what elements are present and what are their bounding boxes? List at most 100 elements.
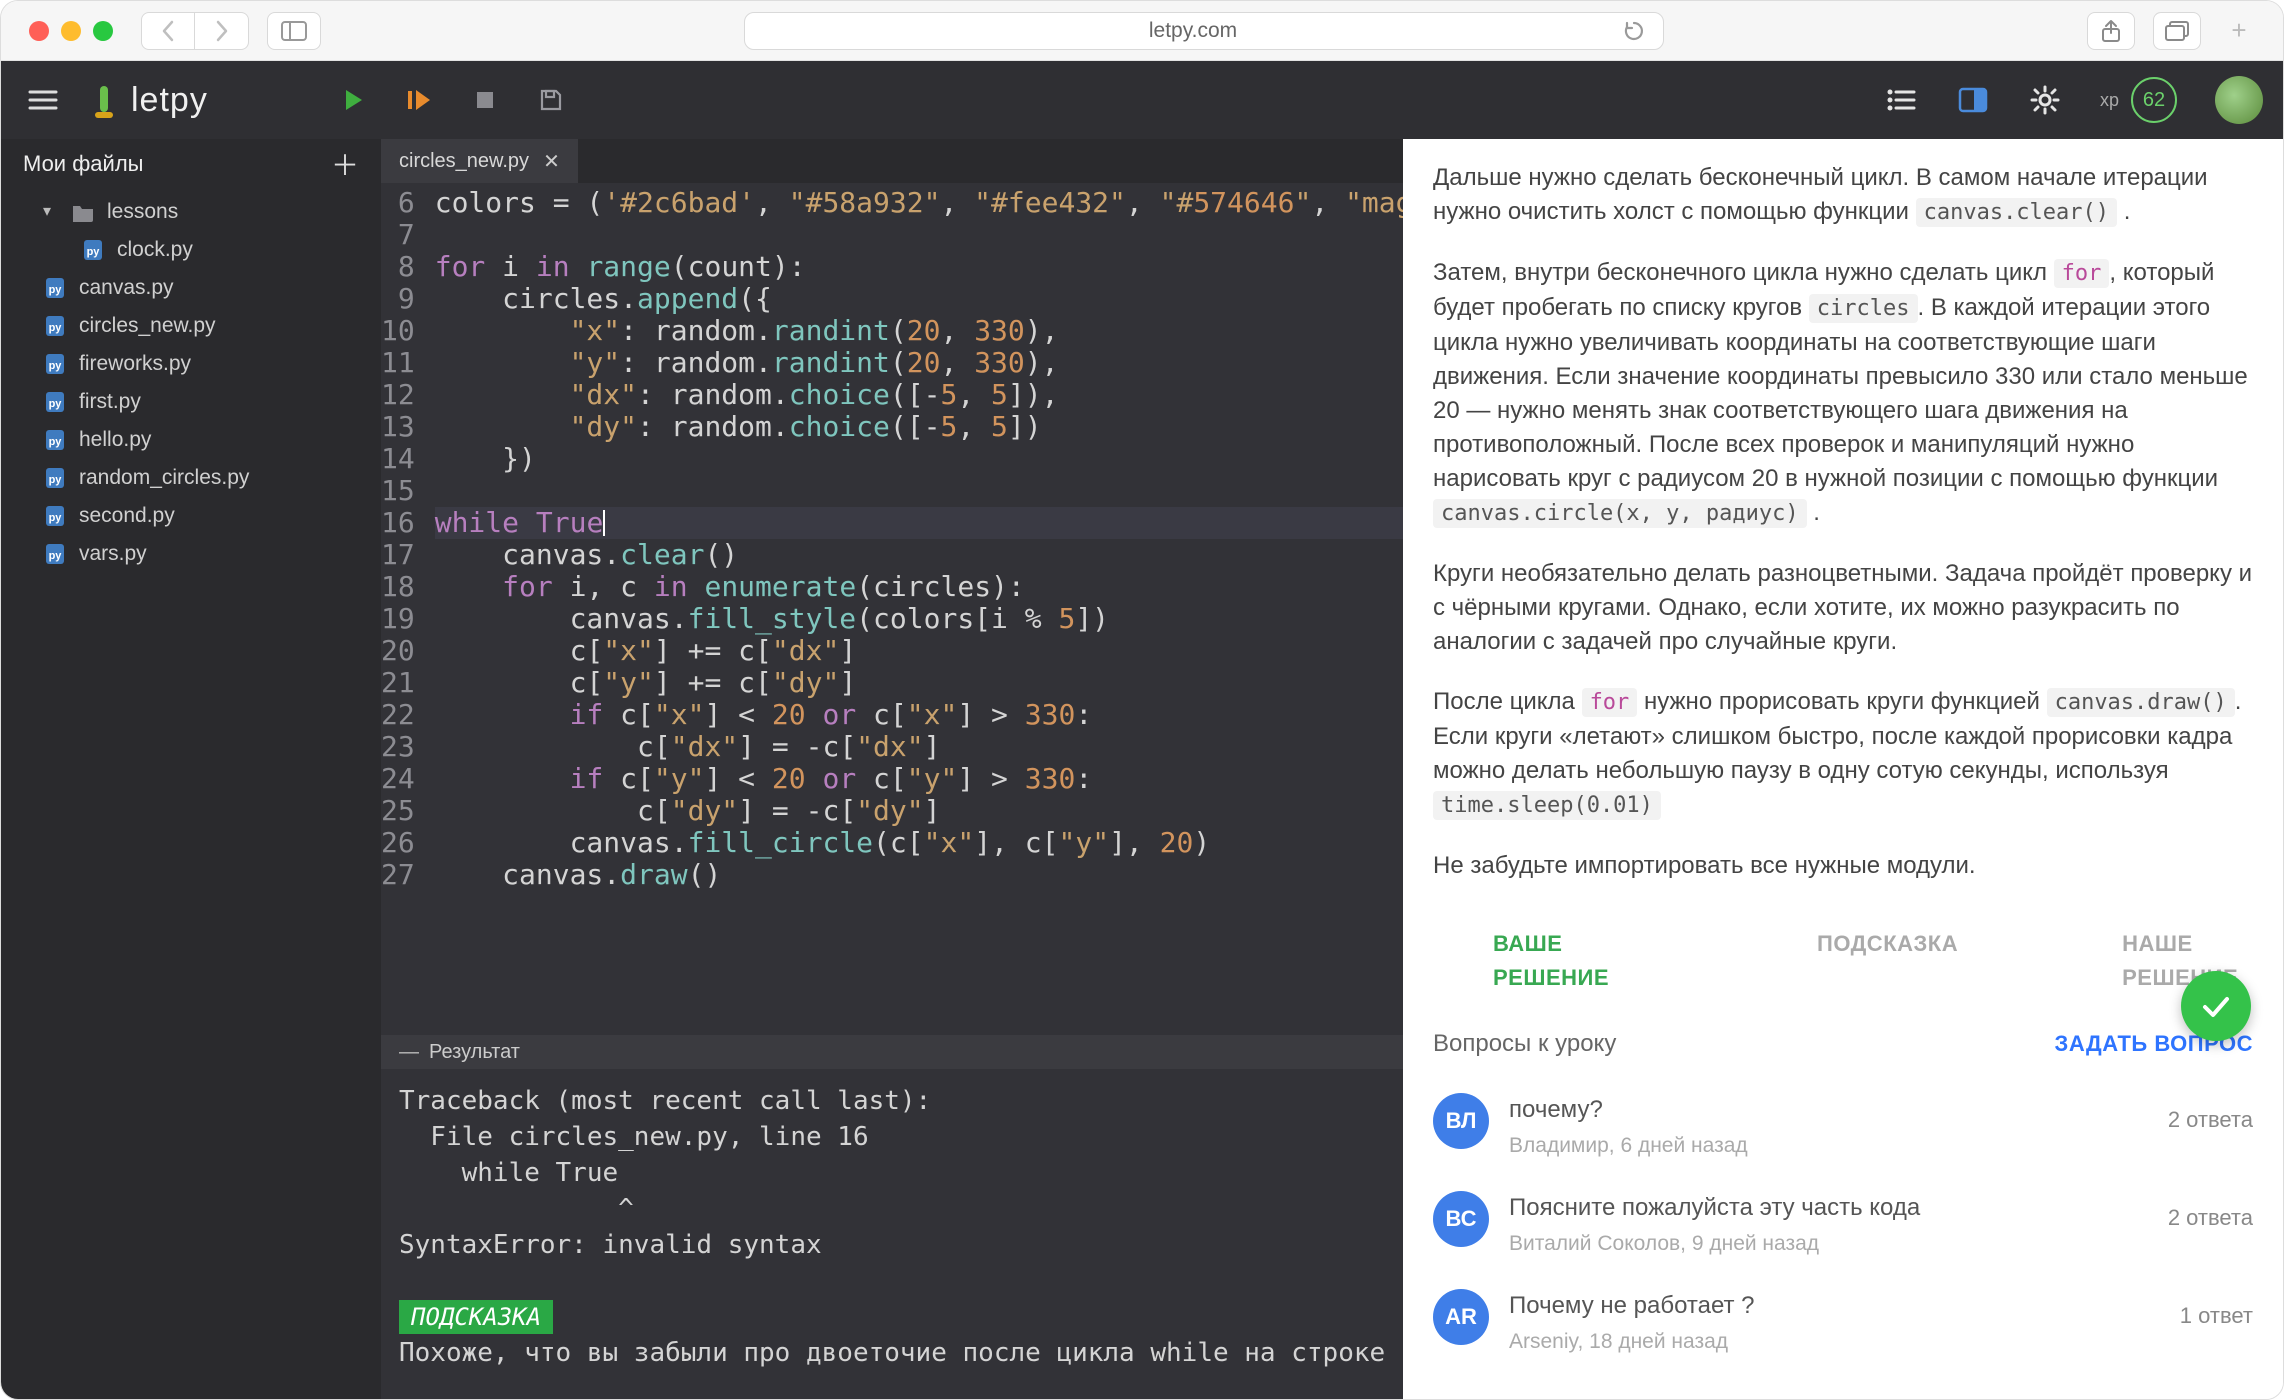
python-file-icon: py bbox=[43, 504, 67, 528]
brand-name: letpy bbox=[131, 81, 208, 120]
stop-button[interactable] bbox=[470, 85, 500, 115]
tab-your-solution[interactable]: ВАШЕ РЕШЕНИЕ bbox=[1433, 915, 1669, 1007]
file-item[interactable]: py circles_new.py bbox=[1, 307, 381, 345]
editor-tab-label: circles_new.py bbox=[399, 150, 529, 173]
svg-text:py: py bbox=[49, 550, 63, 562]
svg-text:py: py bbox=[49, 474, 63, 486]
file-tree: ▾lessonspyclock.pypycanvas.pypycircles_n… bbox=[1, 189, 381, 577]
file-item[interactable]: py hello.py bbox=[1, 421, 381, 459]
file-label: hello.py bbox=[79, 425, 151, 455]
share-button[interactable] bbox=[2087, 12, 2135, 50]
question-answer-count: 2 ответа bbox=[2168, 1191, 2253, 1235]
result-heading: Результат bbox=[429, 1041, 520, 1064]
file-item[interactable]: pyclock.py bbox=[1, 231, 381, 269]
file-label: second.py bbox=[79, 501, 175, 531]
sidebar-toggle-button[interactable] bbox=[267, 12, 321, 50]
file-label: canvas.py bbox=[79, 273, 174, 303]
file-label: circles_new.py bbox=[79, 311, 216, 341]
close-tab-icon[interactable]: ✕ bbox=[543, 149, 560, 174]
play-icon bbox=[342, 88, 364, 112]
question-title: почему? bbox=[1509, 1093, 2148, 1127]
editor-tabs: circles_new.py ✕ bbox=[381, 139, 1403, 183]
folder-label: lessons bbox=[107, 197, 178, 227]
question-item[interactable]: AR Почему не работает ?Arseniy, 18 дней н… bbox=[1433, 1275, 2253, 1373]
question-item[interactable]: ВС Поясните пожалуйста эту часть кодаВита… bbox=[1433, 1177, 2253, 1275]
instr-p5: Не забудьте импортировать все нужные мод… bbox=[1433, 849, 2253, 883]
python-file-icon: py bbox=[43, 276, 67, 300]
question-title: Поясните пожалуйста эту часть кода bbox=[1509, 1191, 2148, 1225]
lessons-list-button[interactable] bbox=[1884, 83, 1918, 117]
question-meta: Arseniy, 18 дней назад bbox=[1509, 1325, 2160, 1359]
window-close-icon[interactable] bbox=[29, 21, 49, 41]
file-item[interactable]: pyfirst.py bbox=[1, 383, 381, 421]
question-answer-count: 1 ответ bbox=[2180, 1289, 2253, 1333]
python-file-icon: py bbox=[43, 542, 67, 566]
new-file-button[interactable]: ＋ bbox=[331, 144, 359, 184]
folder-icon bbox=[71, 200, 95, 224]
python-file-icon: py bbox=[81, 238, 105, 262]
svg-text:py: py bbox=[49, 436, 63, 448]
url-bar[interactable]: letpy.com bbox=[744, 12, 1664, 50]
question-item[interactable]: ВЛпочему?Владимир, 6 дней назад2 ответа bbox=[1433, 1079, 2253, 1177]
file-item[interactable]: pyrandom_circles.py bbox=[1, 459, 381, 497]
result-header[interactable]: — Результат bbox=[381, 1035, 1403, 1069]
xp-label: xp bbox=[2100, 90, 2119, 111]
collapse-icon[interactable]: — bbox=[399, 1041, 419, 1064]
xp-value: 62 bbox=[2131, 77, 2177, 123]
reader-button[interactable] bbox=[1956, 83, 1990, 117]
app-header: letpy bbox=[1, 61, 2283, 139]
hint-text: Похоже, что вы забыли про двоеточие посл… bbox=[399, 1338, 1432, 1368]
file-label: fireworks.py bbox=[79, 349, 191, 379]
hint-chip: ПОДСКАЗКА bbox=[399, 1300, 553, 1334]
file-label: vars.py bbox=[79, 539, 147, 569]
svg-text:py: py bbox=[49, 322, 63, 334]
tabs-button[interactable] bbox=[2153, 12, 2201, 50]
svg-text:py: py bbox=[49, 284, 63, 296]
run-button[interactable] bbox=[338, 85, 368, 115]
instruction-panel: Дальше нужно сделать бесконечный цикл. В… bbox=[1403, 139, 2283, 1399]
python-file-icon: py bbox=[43, 428, 67, 452]
file-item[interactable]: py vars.py bbox=[1, 535, 381, 573]
question-title: Почему не работает ? bbox=[1509, 1289, 2160, 1323]
python-file-icon: py bbox=[43, 314, 67, 338]
python-file-icon: py bbox=[43, 466, 67, 490]
instr-p3: Круги необязательно делать разноцветными… bbox=[1433, 557, 2253, 659]
svg-text:py: py bbox=[49, 360, 63, 372]
check-button[interactable] bbox=[2181, 971, 2251, 1041]
nav-back-button[interactable] bbox=[141, 12, 195, 50]
menu-button[interactable] bbox=[21, 78, 65, 122]
new-tab-button[interactable]: + bbox=[2219, 12, 2259, 50]
caret-down-icon: ▾ bbox=[43, 197, 59, 227]
folder-item[interactable]: ▾ lessons bbox=[1, 193, 381, 231]
editor-tab-active[interactable]: circles_new.py ✕ bbox=[381, 139, 579, 183]
settings-button[interactable] bbox=[2028, 83, 2062, 117]
instr-p1: Дальше нужно сделать бесконечный цикл. В… bbox=[1433, 161, 2253, 230]
file-item[interactable]: py fireworks.py bbox=[1, 345, 381, 383]
logo-icon bbox=[91, 80, 117, 120]
editor-column: circles_new.py ✕ 67891011121314151617181… bbox=[381, 139, 1403, 1399]
nav-forward-button[interactable] bbox=[195, 12, 249, 50]
reload-icon[interactable] bbox=[1623, 20, 1645, 42]
question-avatar: AR bbox=[1433, 1289, 1489, 1345]
result-output: Traceback (most recent call last): File … bbox=[381, 1069, 1403, 1399]
window-zoom-icon[interactable] bbox=[93, 21, 113, 41]
run-step-button[interactable] bbox=[404, 85, 434, 115]
question-avatar: ВС bbox=[1433, 1191, 1489, 1247]
step-icon bbox=[406, 88, 432, 112]
file-item[interactable]: py second.py bbox=[1, 497, 381, 535]
question-answer-count: 2 ответа bbox=[2168, 1093, 2253, 1137]
code-editor[interactable]: 6789101112131415161718192021222324252627… bbox=[381, 183, 1403, 1035]
check-icon bbox=[2199, 989, 2233, 1023]
svg-text:py: py bbox=[87, 246, 101, 258]
files-heading: Мои файлы bbox=[23, 151, 143, 177]
save-button[interactable] bbox=[536, 85, 566, 115]
window-minimize-icon[interactable] bbox=[61, 21, 81, 41]
tab-our-solution[interactable]: НАШЕ РЕШЕНИЕ bbox=[2062, 915, 2284, 1007]
brand[interactable]: letpy bbox=[91, 80, 208, 120]
tab-hint[interactable]: ПОДСКАЗКА bbox=[1757, 915, 2018, 1007]
question-meta: Виталий Соколов, 9 дней назад bbox=[1509, 1227, 2148, 1261]
file-item[interactable]: py canvas.py bbox=[1, 269, 381, 307]
question-avatar: ВЛ bbox=[1433, 1093, 1489, 1149]
avatar[interactable] bbox=[2215, 76, 2263, 124]
xp-indicator: xp 62 bbox=[2100, 77, 2177, 123]
